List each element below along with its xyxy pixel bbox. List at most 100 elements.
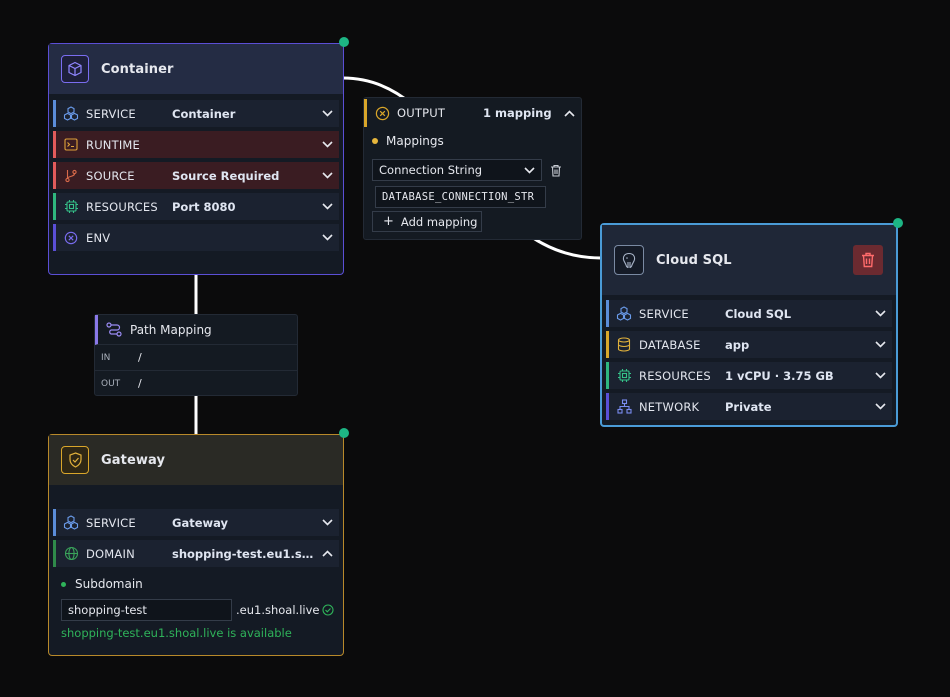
cubes-icon xyxy=(56,515,86,530)
row-label: SOURCE xyxy=(86,168,135,183)
row-value: Container xyxy=(172,106,236,121)
gateway-title: Gateway xyxy=(101,452,166,468)
chevron-down-icon[interactable] xyxy=(315,234,339,241)
row-value: app xyxy=(725,337,750,352)
row-value: Private xyxy=(725,399,772,414)
cloudsql-row-database[interactable]: DATABASE app xyxy=(606,331,892,358)
container-row-source[interactable]: SOURCE Source Required xyxy=(53,162,339,189)
cloudsql-node[interactable]: Cloud SQL SERVICE Cloud SQL DATABASE app xyxy=(600,223,898,427)
terminal-icon xyxy=(56,138,86,151)
subdomain-section: Subdomain xyxy=(61,577,143,591)
trash-icon xyxy=(862,252,874,268)
chevron-down-icon[interactable] xyxy=(315,519,339,526)
subdomain-input[interactable]: shopping-test xyxy=(61,599,232,621)
subdomain-row: shopping-test .eu1.shoal.live xyxy=(61,599,335,621)
chevron-down-icon[interactable] xyxy=(315,203,339,210)
mapping-row: Connection String xyxy=(372,159,562,181)
row-label: SERVICE xyxy=(639,306,689,321)
chevron-down-icon[interactable] xyxy=(315,172,339,179)
cubes-icon xyxy=(56,106,86,121)
row-label: SERVICE xyxy=(86,515,136,530)
row-value: Port 8080 xyxy=(172,199,236,214)
container-row-service[interactable]: SERVICE Container xyxy=(53,100,339,127)
database-icon xyxy=(609,337,639,352)
path-out-row: OUT / xyxy=(95,371,297,396)
path-in-row: IN / xyxy=(95,345,297,371)
container-row-resources[interactable]: RESOURCES Port 8080 xyxy=(53,193,339,220)
chevron-down-icon[interactable] xyxy=(315,110,339,117)
env-var-value: DATABASE_CONNECTION_STR xyxy=(382,191,535,203)
cloudsql-row-resources[interactable]: RESOURCES 1 vCPU · 3.75 GB xyxy=(606,362,892,389)
output-panel: OUTPUT 1 mapping Mappings Connection Str… xyxy=(363,97,582,240)
container-row-runtime[interactable]: RUNTIME xyxy=(53,131,339,158)
route-icon xyxy=(98,322,130,337)
check-circle-icon xyxy=(322,604,335,616)
chevron-up-icon[interactable] xyxy=(557,109,581,117)
variable-icon xyxy=(367,106,397,121)
cloudsql-title: Cloud SQL xyxy=(656,252,732,268)
git-branch-icon xyxy=(56,169,86,183)
row-label: NETWORK xyxy=(639,399,700,414)
row-label: RUNTIME xyxy=(86,137,141,152)
plus-icon: + xyxy=(383,214,394,229)
path-mapping-panel[interactable]: Path Mapping IN / OUT / xyxy=(94,314,298,396)
chevron-down-icon[interactable] xyxy=(315,141,339,148)
output-header[interactable]: OUTPUT 1 mapping xyxy=(364,99,581,127)
gateway-status-dot xyxy=(339,428,349,438)
chevron-up-icon[interactable] xyxy=(315,550,339,557)
gateway-rows: SERVICE Gateway DOMAIN shopping-test.eu1… xyxy=(49,485,343,567)
row-label: DATABASE xyxy=(639,337,701,352)
row-value: Gateway xyxy=(172,515,229,530)
in-value[interactable]: / xyxy=(138,351,142,364)
row-value: Cloud SQL xyxy=(725,306,792,321)
cpu-chip-icon xyxy=(56,199,86,214)
row-value: Source Required xyxy=(172,168,280,183)
out-label: OUT xyxy=(101,378,121,389)
path-mapping-title: Path Mapping xyxy=(130,322,212,337)
row-value: shopping-test.eu1.shoal.live xyxy=(172,546,315,561)
chevron-down-icon[interactable] xyxy=(868,372,892,379)
cloudsql-row-service[interactable]: SERVICE Cloud SQL xyxy=(606,300,892,327)
mappings-section: Mappings xyxy=(372,131,581,151)
container-row-env[interactable]: ENV xyxy=(53,224,339,251)
row-value: 1 vCPU · 3.75 GB xyxy=(725,368,834,383)
output-label: OUTPUT xyxy=(397,106,446,120)
in-label: IN xyxy=(101,352,111,363)
cloudsql-row-network[interactable]: NETWORK Private xyxy=(606,393,892,420)
cloudsql-rows: SERVICE Cloud SQL DATABASE app RESOURCES… xyxy=(602,295,896,420)
chevron-down-icon[interactable] xyxy=(868,403,892,410)
container-title: Container xyxy=(101,61,174,77)
cloudsql-header[interactable]: Cloud SQL xyxy=(602,225,896,295)
shield-icon xyxy=(61,446,89,474)
network-icon xyxy=(609,399,639,414)
add-mapping-button[interactable]: + Add mapping xyxy=(372,211,482,232)
box-icon xyxy=(61,55,89,83)
container-rows: SERVICE Container RUNTIME SOURCE Source … xyxy=(49,94,343,251)
chevron-down-icon[interactable] xyxy=(868,341,892,348)
gateway-node[interactable]: Gateway SERVICE Gateway DOMAIN shopping-… xyxy=(48,434,344,656)
gateway-row-service[interactable]: SERVICE Gateway xyxy=(53,509,339,536)
cloudsql-status-dot xyxy=(893,218,903,228)
chevron-down-icon[interactable] xyxy=(868,310,892,317)
subdomain-value: shopping-test xyxy=(68,603,147,617)
variable-icon xyxy=(56,231,86,245)
row-label: SERVICE xyxy=(86,106,136,121)
mapping-type-select[interactable]: Connection String xyxy=(372,159,542,181)
output-count: 1 mapping xyxy=(483,106,552,120)
row-label: RESOURCES xyxy=(639,368,711,383)
gateway-header[interactable]: Gateway xyxy=(49,435,343,485)
container-header[interactable]: Container xyxy=(49,44,343,94)
container-node[interactable]: Container SERVICE Container RUNTIME SOUR… xyxy=(48,43,344,275)
env-var-input[interactable]: DATABASE_CONNECTION_STR xyxy=(375,186,546,208)
trash-icon[interactable] xyxy=(550,164,562,177)
chevron-down-icon xyxy=(524,166,535,174)
path-mapping-header: Path Mapping xyxy=(95,315,297,345)
container-status-dot xyxy=(339,37,349,47)
globe-icon xyxy=(56,546,86,561)
delete-button[interactable] xyxy=(853,245,883,275)
gateway-row-domain[interactable]: DOMAIN shopping-test.eu1.shoal.live xyxy=(53,540,339,567)
out-value[interactable]: / xyxy=(138,377,142,390)
row-label: ENV xyxy=(86,230,111,245)
bullet-icon xyxy=(61,581,66,587)
availability-message: shopping-test.eu1.shoal.live is availabl… xyxy=(61,626,292,640)
